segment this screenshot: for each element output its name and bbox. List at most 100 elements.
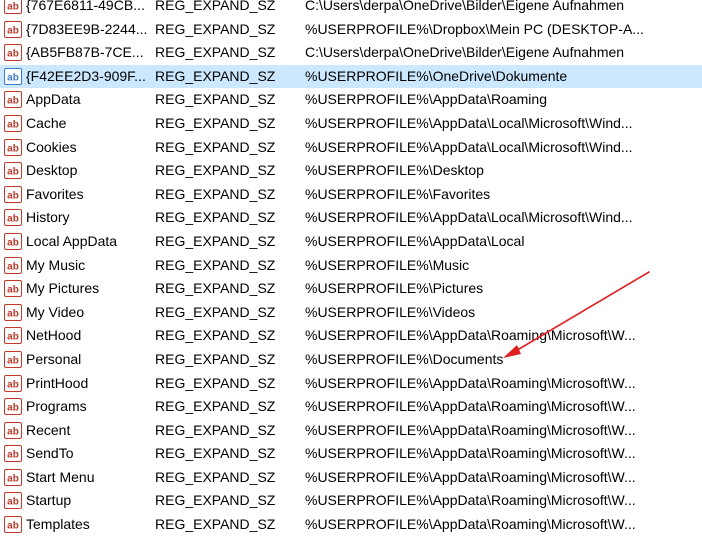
value-data: %USERPROFILE%\Pictures: [305, 280, 484, 297]
registry-value-row[interactable]: ab Recent REG_EXPAND_SZ %USERPROFILE%\Ap…: [0, 419, 702, 443]
value-name: Personal: [26, 350, 82, 367]
value-name: History: [26, 209, 70, 226]
value-data: %USERPROFILE%\Documents: [305, 350, 504, 367]
svg-text:ab: ab: [7, 521, 19, 532]
reg-string-icon: ab: [4, 516, 22, 534]
value-type: REG_EXPAND_SZ: [155, 398, 276, 415]
reg-string-icon: ab: [4, 67, 22, 85]
reg-string-icon: ab: [4, 138, 22, 156]
registry-value-list: ab {767E6811-49CB... REG_EXPAND_SZ C:\Us…: [0, 0, 702, 537]
value-data: %USERPROFILE%\AppData\Local\Microsoft\Wi…: [305, 114, 633, 131]
value-name: Templates: [26, 516, 90, 533]
registry-value-row[interactable]: ab Cookies REG_EXPAND_SZ %USERPROFILE%\A…: [0, 136, 702, 160]
registry-value-row[interactable]: ab Personal REG_EXPAND_SZ %USERPROFILE%\…: [0, 348, 702, 372]
value-data: %USERPROFILE%\Dropbox\Mein PC (DESKTOP-A…: [305, 20, 644, 37]
svg-text:ab: ab: [7, 190, 19, 201]
value-type: REG_EXPAND_SZ: [155, 67, 276, 84]
value-type: REG_EXPAND_SZ: [155, 421, 276, 438]
registry-value-row[interactable]: ab Templates REG_EXPAND_SZ %USERPROFILE%…: [0, 513, 702, 537]
value-data: %USERPROFILE%\AppData\Roaming\Microsoft\…: [305, 445, 636, 462]
value-name: NetHood: [26, 327, 82, 344]
value-type: REG_EXPAND_SZ: [155, 492, 276, 509]
value-name: PrintHood: [26, 374, 89, 391]
reg-string-icon: ab: [4, 232, 22, 250]
registry-value-row[interactable]: ab SendTo REG_EXPAND_SZ %USERPROFILE%\Ap…: [0, 442, 702, 466]
value-type: REG_EXPAND_SZ: [155, 350, 276, 367]
registry-value-row[interactable]: ab AppData REG_EXPAND_SZ %USERPROFILE%\A…: [0, 88, 702, 112]
value-type: REG_EXPAND_SZ: [155, 516, 276, 533]
value-name: {7D83EE9B-2244...: [26, 20, 148, 37]
value-data: %USERPROFILE%\AppData\Roaming\Microsoft\…: [305, 398, 636, 415]
value-name: Recent: [26, 421, 71, 438]
value-name: Startup: [26, 492, 72, 509]
registry-value-row[interactable]: ab {AB5FB87B-7CE... REG_EXPAND_SZ C:\Use…: [0, 41, 702, 65]
value-name: Desktop: [26, 162, 78, 179]
registry-value-row[interactable]: ab Startup REG_EXPAND_SZ %USERPROFILE%\A…: [0, 489, 702, 513]
value-name: {F42EE2D3-909F...: [26, 67, 146, 84]
reg-string-icon: ab: [4, 421, 22, 439]
value-data: %USERPROFILE%\AppData\Roaming\Microsoft\…: [305, 516, 636, 533]
value-type: REG_EXPAND_SZ: [155, 185, 276, 202]
svg-text:ab: ab: [7, 143, 19, 154]
svg-text:ab: ab: [7, 473, 19, 484]
reg-string-icon: ab: [4, 162, 22, 180]
value-data: %USERPROFILE%\Videos: [305, 303, 476, 320]
reg-string-icon: ab: [4, 185, 22, 203]
value-name: Local AppData: [26, 232, 118, 249]
value-name: Programs: [26, 398, 87, 415]
svg-text:ab: ab: [7, 119, 19, 130]
value-data: C:\Users\derpa\OneDrive\Bilder\Eigene Au…: [305, 44, 625, 61]
registry-value-row[interactable]: ab Local AppData REG_EXPAND_SZ %USERPROF…: [0, 230, 702, 254]
registry-value-row[interactable]: ab NetHood REG_EXPAND_SZ %USERPROFILE%\A…: [0, 324, 702, 348]
registry-value-row[interactable]: ab {767E6811-49CB... REG_EXPAND_SZ C:\Us…: [0, 0, 702, 18]
value-name: My Pictures: [26, 280, 100, 297]
svg-text:ab: ab: [7, 261, 19, 272]
svg-text:ab: ab: [7, 379, 19, 390]
registry-value-row[interactable]: ab My Video REG_EXPAND_SZ %USERPROFILE%\…: [0, 301, 702, 325]
svg-text:ab: ab: [7, 308, 19, 319]
registry-value-row[interactable]: ab Programs REG_EXPAND_SZ %USERPROFILE%\…: [0, 395, 702, 419]
svg-text:ab: ab: [7, 355, 19, 366]
reg-string-icon: ab: [4, 280, 22, 298]
svg-text:ab: ab: [7, 426, 19, 437]
registry-value-row[interactable]: ab {F42EE2D3-909F... REG_EXPAND_SZ %USER…: [0, 64, 702, 89]
registry-value-row[interactable]: ab Cache REG_EXPAND_SZ %USERPROFILE%\App…: [0, 112, 702, 136]
value-type: REG_EXPAND_SZ: [155, 209, 276, 226]
value-type: REG_EXPAND_SZ: [155, 91, 276, 108]
value-name: My Music: [26, 256, 86, 273]
value-type: REG_EXPAND_SZ: [155, 445, 276, 462]
value-data: %USERPROFILE%\AppData\Local\Microsoft\Wi…: [305, 138, 633, 155]
reg-string-icon: ab: [4, 374, 22, 392]
registry-value-row[interactable]: ab Desktop REG_EXPAND_SZ %USERPROFILE%\D…: [0, 159, 702, 183]
value-type: REG_EXPAND_SZ: [155, 114, 276, 131]
reg-string-icon: ab: [4, 0, 22, 14]
value-type: REG_EXPAND_SZ: [155, 232, 276, 249]
value-type: REG_EXPAND_SZ: [155, 44, 276, 61]
value-data: %USERPROFILE%\Music: [305, 256, 470, 273]
value-name: Cookies: [26, 138, 77, 155]
reg-string-icon: ab: [4, 209, 22, 227]
value-name: SendTo: [26, 445, 74, 462]
reg-string-icon: ab: [4, 303, 22, 321]
registry-value-row[interactable]: ab PrintHood REG_EXPAND_SZ %USERPROFILE%…: [0, 372, 702, 396]
registry-value-row[interactable]: ab Favorites REG_EXPAND_SZ %USERPROFILE%…: [0, 183, 702, 207]
reg-string-icon: ab: [4, 114, 22, 132]
value-type: REG_EXPAND_SZ: [155, 256, 276, 273]
registry-value-row[interactable]: ab History REG_EXPAND_SZ %USERPROFILE%\A…: [0, 206, 702, 230]
registry-value-row[interactable]: ab Start Menu REG_EXPAND_SZ %USERPROFILE…: [0, 466, 702, 490]
value-type: REG_EXPAND_SZ: [155, 162, 276, 179]
value-data: %USERPROFILE%\AppData\Roaming\Microsoft\…: [305, 468, 636, 485]
value-data: %USERPROFILE%\AppData\Local\Microsoft\Wi…: [305, 209, 633, 226]
value-type: REG_EXPAND_SZ: [155, 303, 276, 320]
value-type: REG_EXPAND_SZ: [155, 280, 276, 297]
svg-text:ab: ab: [7, 96, 19, 107]
svg-text:ab: ab: [7, 72, 19, 83]
registry-value-row[interactable]: ab {7D83EE9B-2244... REG_EXPAND_SZ %USER…: [0, 18, 702, 42]
svg-text:ab: ab: [7, 49, 19, 60]
registry-value-row[interactable]: ab My Music REG_EXPAND_SZ %USERPROFILE%\…: [0, 254, 702, 278]
registry-value-row[interactable]: ab My Pictures REG_EXPAND_SZ %USERPROFIL…: [0, 277, 702, 301]
value-type: REG_EXPAND_SZ: [155, 138, 276, 155]
reg-string-icon: ab: [4, 91, 22, 109]
reg-string-icon: ab: [4, 256, 22, 274]
value-type: REG_EXPAND_SZ: [155, 20, 276, 37]
